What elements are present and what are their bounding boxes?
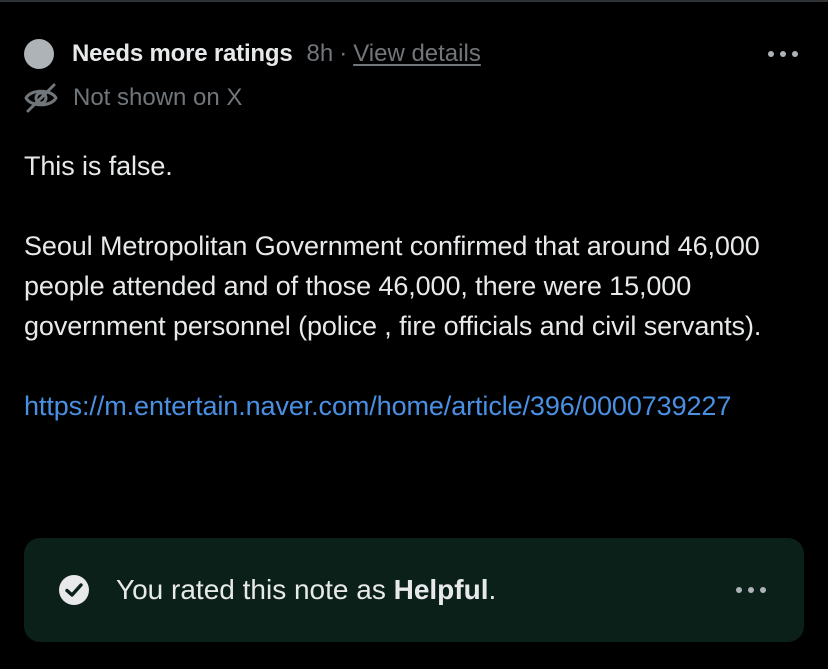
rating-text: You rated this note as Helpful. xyxy=(116,574,496,606)
rating-text-suffix: . xyxy=(488,574,497,605)
note-paragraph: Seoul Metropolitan Government confirmed … xyxy=(24,231,762,341)
eye-slash-icon xyxy=(24,81,58,115)
note-age: 8h xyxy=(306,40,334,67)
ellipsis-horizontal-icon xyxy=(736,587,766,593)
top-divider xyxy=(0,0,828,2)
visibility-row: Not shown on X xyxy=(24,80,242,116)
source-link[interactable]: https://m.entertain.naver.com/home/artic… xyxy=(24,386,814,426)
note-header: Needs more ratings 8h · View details xyxy=(24,36,481,72)
note-more-options-button[interactable] xyxy=(766,40,800,68)
meta-separator: · xyxy=(339,40,348,67)
check-circle-icon xyxy=(58,574,90,606)
your-rating-card: You rated this note as Helpful. xyxy=(24,538,804,642)
rating-value: Helpful xyxy=(393,574,489,605)
status-label: Needs more ratings xyxy=(72,40,293,67)
view-details-link[interactable]: View details xyxy=(353,40,481,68)
visibility-label: Not shown on X xyxy=(73,84,243,111)
note-paragraph: This is false. xyxy=(24,151,173,181)
note-body: This is false. Seoul Metropolitan Govern… xyxy=(24,146,814,426)
rating-more-options-button[interactable] xyxy=(734,576,768,604)
status-dot-icon xyxy=(24,39,54,69)
rating-text-prefix: You rated this note as xyxy=(116,574,394,605)
ellipsis-horizontal-icon xyxy=(768,51,798,57)
